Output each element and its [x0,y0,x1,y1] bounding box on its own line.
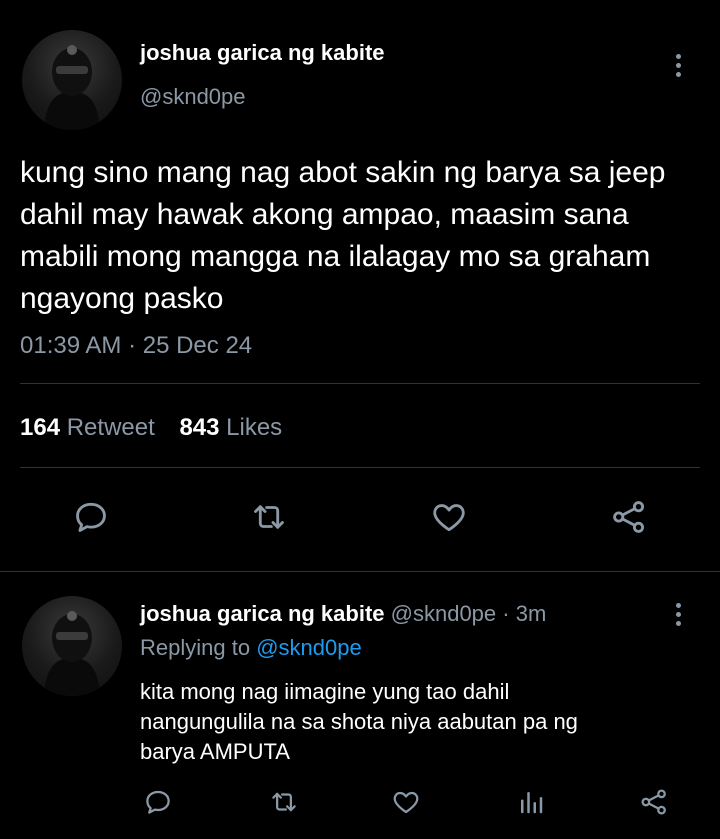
avatar[interactable] [22,30,122,130]
likes-stat[interactable]: 843 Likes [179,414,282,441]
replying-to-label: Replying to [140,635,251,660]
retweet-stat[interactable]: 164 Retweet [20,414,161,441]
likes-label: Likes [226,414,283,441]
user-handle[interactable]: @sknd0pe [140,84,246,110]
retweet-label: Retweet [66,414,155,441]
replying-to: Replying to @sknd0pe [140,635,362,661]
reply-icon[interactable] [72,498,110,536]
reply-text-line: nangungulila na sa shota niya aabutan pa… [140,709,578,734]
reply-text: kita mong nag iimagine yung tao dahil na… [140,677,578,767]
display-name[interactable]: joshua garica ng kabite [140,40,385,66]
reply-text-line: kita mong nag iimagine yung tao dahil [140,679,510,704]
engagement-stats: 164 Retweet 843 Likes [20,414,282,442]
divider [20,383,700,384]
reply-header: joshua garica ng kabite @sknd0pe · 3m [140,601,546,627]
share-icon[interactable] [610,498,648,536]
tweet-text-line: kung sino mang nag abot sakin ng barya s… [20,156,666,189]
tweet-text-line: dahil may hawak akong ampao, maasim sana [20,198,629,231]
tweet-timestamp[interactable]: 01:39 AM · 25 Dec 24 [20,332,252,360]
divider [20,467,700,468]
reply-more-options-icon[interactable] [672,603,684,626]
reply-avatar[interactable] [22,596,122,696]
section-divider [0,571,720,572]
reply-display-name[interactable]: joshua garica ng kabite [140,601,385,626]
tweet-text-line: ngayong pasko [20,282,224,315]
like-icon[interactable] [430,498,468,536]
more-options-icon[interactable] [672,54,684,77]
reply-text-line: barya AMPUTA [140,739,290,764]
tweet-text: kung sino mang nag abot sakin ng barya s… [20,152,665,320]
reply-time-ago: · 3m [502,601,547,626]
retweet-count: 164 [20,414,61,441]
reply-user-handle[interactable]: @sknd0pe [391,601,497,626]
like-icon[interactable] [391,787,421,817]
retweet-icon[interactable] [269,787,299,817]
analytics-icon[interactable] [516,787,546,817]
retweet-icon[interactable] [250,498,288,536]
tweet-text-line: mabili mong mangga na ilalagay mo sa gra… [20,240,651,273]
replying-to-handle[interactable]: @sknd0pe [256,635,362,660]
reply-icon[interactable] [143,787,173,817]
share-icon[interactable] [639,787,669,817]
likes-count: 843 [179,414,220,441]
